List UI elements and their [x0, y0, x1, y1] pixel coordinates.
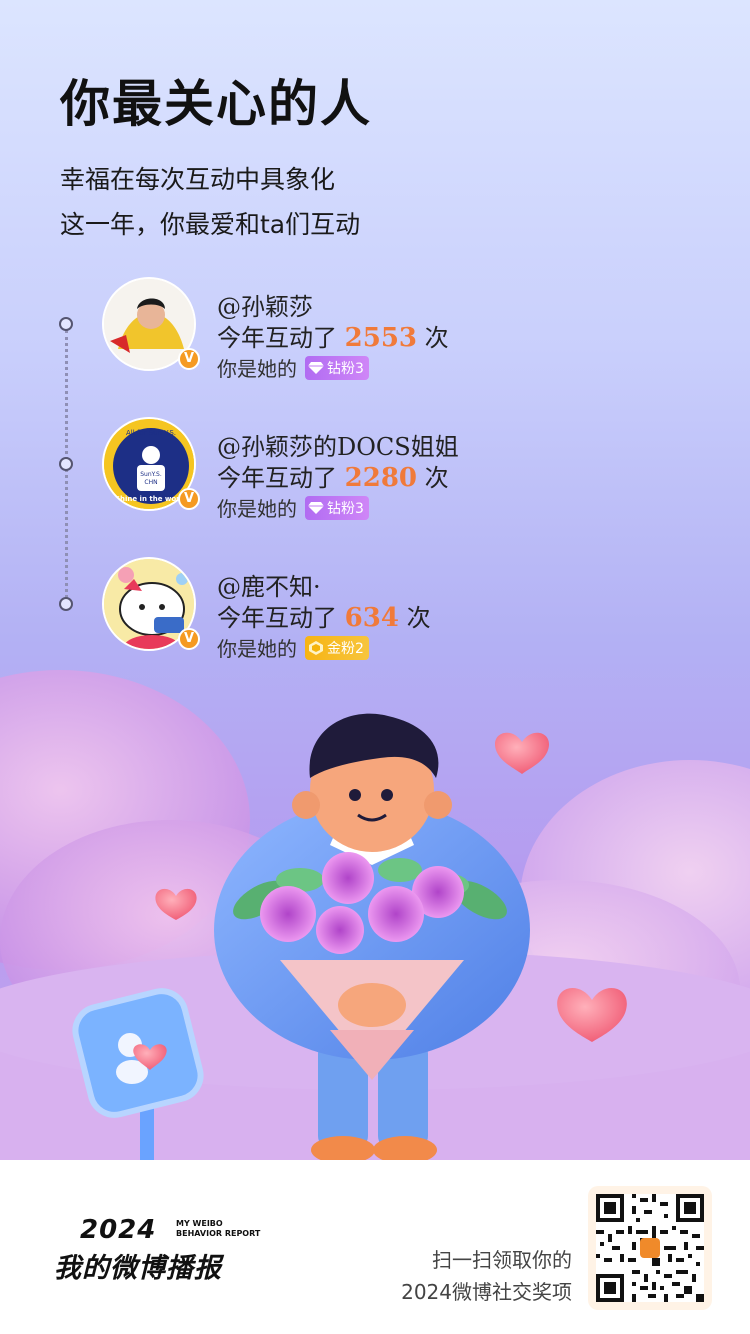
- brand-title: 我的微博播报: [54, 1253, 222, 1284]
- qr-code-icon: [596, 1194, 704, 1302]
- count-suffix: 次: [406, 604, 431, 632]
- avatar-text-top: All for Sun Y.S.: [126, 429, 176, 437]
- avatar-text-mid: SunY.S.: [140, 471, 162, 478]
- fan-relation: 你是她的 金粉2: [217, 633, 369, 662]
- fan-badge-label: 钻粉3: [327, 360, 364, 377]
- count-suffix: 次: [424, 324, 449, 352]
- scan-prompt-line-2: 2024微博社交奖项: [401, 1280, 572, 1304]
- gold-gem-icon: [309, 640, 323, 655]
- interaction-count-line: 今年互动了 2280 次: [217, 458, 449, 493]
- interaction-count-line: 今年互动了 634 次: [217, 598, 431, 633]
- fan-badge: 钻粉3: [305, 495, 369, 520]
- subtitle-line-2: 这一年，你最爱和ta们互动: [60, 210, 361, 239]
- person-name[interactable]: @孙颖莎的DOCS姐姐: [217, 427, 459, 462]
- subtitle-line-1: 幸福在每次互动中具象化: [60, 165, 336, 194]
- verified-v-icon: V: [178, 488, 200, 510]
- fan-relation: 你是她的 钻粉3: [217, 493, 369, 522]
- person-name[interactable]: @鹿不知·: [217, 567, 321, 602]
- brand-en: MY WEIBO BEHAVIOR REPORT: [176, 1219, 261, 1238]
- fan-badge-label: 金粉2: [327, 640, 364, 657]
- heart-icon: [494, 732, 550, 774]
- count-suffix: 次: [424, 464, 449, 492]
- interaction-count: 634: [344, 603, 399, 633]
- verified-v-icon: V: [178, 348, 200, 370]
- count-prefix: 今年互动了: [217, 464, 337, 492]
- diamond-gem-icon: [308, 501, 324, 514]
- relation-label: 你是她的: [217, 497, 297, 521]
- scan-prompt-line-1: 扫一扫领取你的: [432, 1248, 572, 1272]
- qr-code[interactable]: [588, 1186, 712, 1310]
- fan-badge-label: 钻粉3: [327, 500, 364, 517]
- fan-badge: 钻粉3: [305, 355, 369, 380]
- count-prefix: 今年互动了: [217, 324, 337, 352]
- avatar-text-bottom: Shine in the world: [115, 495, 187, 503]
- diamond-gem-icon: [308, 361, 324, 374]
- page-title: 你最关心的人: [60, 75, 372, 133]
- fan-badge: 金粉2: [305, 635, 369, 660]
- timeline-dot: [59, 597, 73, 611]
- interaction-count: 2280: [344, 463, 418, 493]
- verified-v-icon: V: [178, 628, 200, 650]
- interaction-count: 2553: [344, 323, 418, 353]
- timeline-dot: [59, 317, 73, 331]
- avatar-text-mid2: CHN: [144, 479, 157, 486]
- footer: 2024 MY WEIBO BEHAVIOR REPORT 我的微博播报 扫一扫…: [0, 1160, 750, 1334]
- count-prefix: 今年互动了: [217, 604, 337, 632]
- person-name[interactable]: @孙颖莎: [217, 287, 313, 322]
- relation-label: 你是她的: [217, 637, 297, 661]
- timeline-dot: [59, 457, 73, 471]
- report-card: 你最关心的人 幸福在每次互动中具象化 这一年，你最爱和ta们互动 V @孙颖莎 …: [0, 0, 750, 1160]
- brand-year: 2024: [80, 1215, 157, 1245]
- interaction-count-line: 今年互动了 2553 次: [217, 318, 449, 353]
- fan-relation: 你是她的 钻粉3: [217, 353, 369, 382]
- relation-label: 你是她的: [217, 357, 297, 381]
